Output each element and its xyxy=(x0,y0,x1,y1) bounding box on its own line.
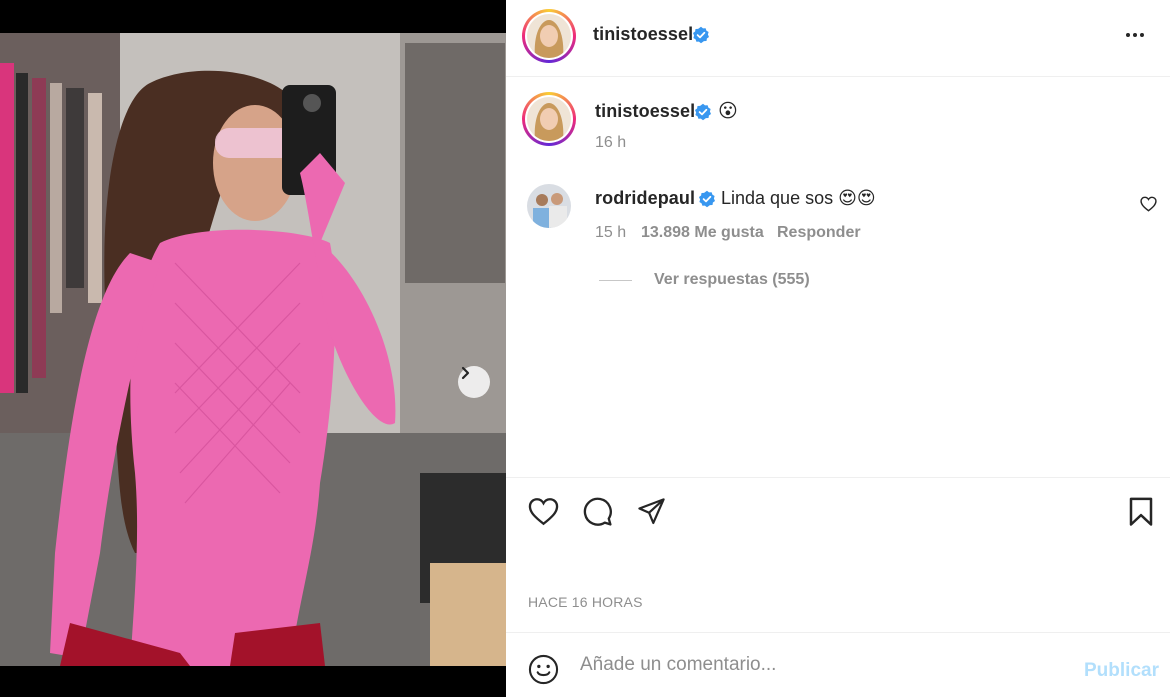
comment-emoji: 😍😍 xyxy=(838,188,876,208)
author-avatar[interactable] xyxy=(522,9,576,63)
comment-text: Linda que sos xyxy=(721,188,834,208)
post-timestamp[interactable]: HACE 16 HORAS xyxy=(528,594,643,610)
post-side-pane: tinistoessel tinistoessel � xyxy=(506,0,1170,697)
publish-button[interactable]: Publicar xyxy=(1084,660,1159,682)
photo-illustration xyxy=(0,33,506,666)
verified-badge-icon xyxy=(699,190,715,208)
caption-age[interactable]: 16 h xyxy=(595,134,626,152)
comment-input[interactable] xyxy=(580,649,1060,681)
instagram-post-modal: tinistoessel tinistoessel � xyxy=(0,0,1170,697)
media-pane xyxy=(0,0,506,697)
caption-text: 😮 xyxy=(718,101,738,122)
paper-plane-icon[interactable] xyxy=(636,497,667,526)
replies-divider xyxy=(599,280,632,281)
avatar-image xyxy=(527,14,571,58)
verified-badge-icon xyxy=(695,103,711,121)
smiley-icon[interactable] xyxy=(528,654,559,685)
comment-composer: Publicar xyxy=(506,632,1170,697)
author-username[interactable]: tinistoessel xyxy=(593,24,693,45)
commenter-username[interactable]: rodridepaul xyxy=(595,188,695,209)
heart-icon[interactable] xyxy=(528,497,559,526)
post-photo[interactable] xyxy=(0,33,506,666)
reply-button[interactable]: Responder xyxy=(777,224,861,242)
speech-bubble-icon[interactable] xyxy=(582,496,613,527)
ellipsis-icon xyxy=(1126,33,1130,37)
post-header: tinistoessel xyxy=(506,0,1170,77)
actions-divider xyxy=(506,477,1170,478)
caption-author-username[interactable]: tinistoessel xyxy=(595,101,695,122)
comment-like-heart-icon[interactable] xyxy=(1140,196,1157,212)
next-slide-button[interactable] xyxy=(458,366,490,398)
view-replies-button[interactable]: Ver respuestas (555) xyxy=(654,271,810,289)
comment-likes[interactable]: 13.898 Me gusta xyxy=(641,224,764,242)
comment-age[interactable]: 15 h xyxy=(595,224,626,242)
more-options-button[interactable] xyxy=(1126,25,1152,45)
caption-author-avatar[interactable] xyxy=(522,92,576,146)
commenter-avatar[interactable] xyxy=(527,184,571,228)
avatar-image xyxy=(527,97,571,141)
comment-body: Linda que sos 😍😍 xyxy=(721,188,876,209)
bookmark-icon[interactable] xyxy=(1128,497,1154,527)
avatar-image xyxy=(527,184,571,228)
verified-badge-icon xyxy=(693,26,709,44)
chevron-right-icon xyxy=(461,366,470,380)
